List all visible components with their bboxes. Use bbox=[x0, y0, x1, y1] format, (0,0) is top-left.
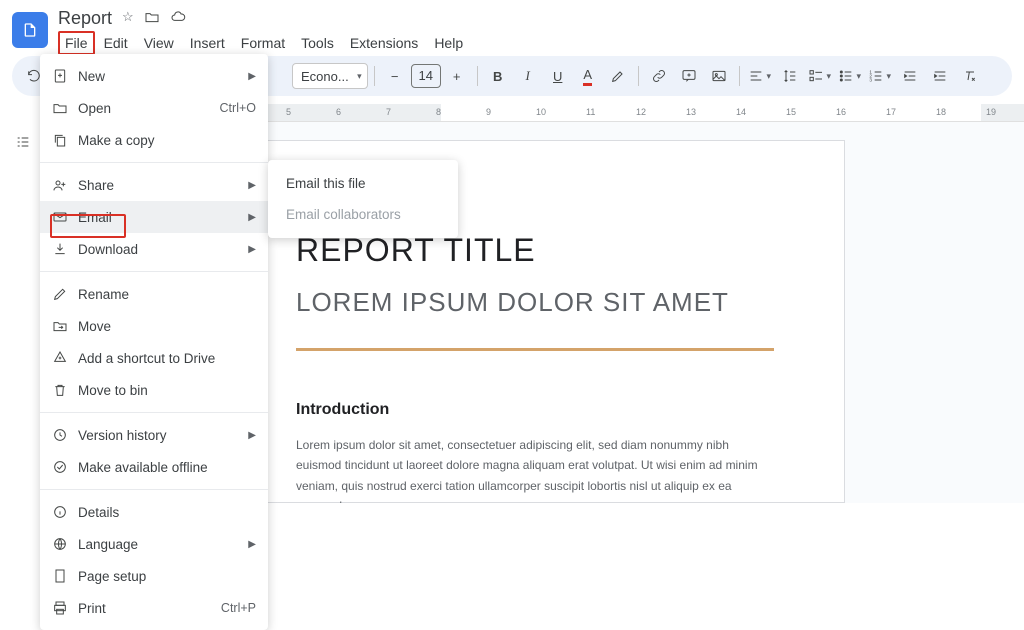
numbered-list-button[interactable]: 123▾ bbox=[866, 62, 894, 90]
menu-help[interactable]: Help bbox=[427, 31, 470, 55]
folder-open-icon bbox=[52, 100, 78, 116]
menu-format[interactable]: Format bbox=[234, 31, 292, 55]
line-spacing-button[interactable] bbox=[776, 62, 804, 90]
font-size-increase[interactable]: + bbox=[443, 62, 471, 90]
menu-email[interactable]: Email▶ bbox=[40, 201, 268, 233]
history-icon bbox=[52, 427, 78, 443]
italic-button[interactable]: I bbox=[514, 62, 542, 90]
underline-button[interactable]: U bbox=[544, 62, 572, 90]
align-button[interactable]: ▾ bbox=[746, 62, 774, 90]
share-icon bbox=[52, 177, 78, 193]
indent-increase-button[interactable] bbox=[926, 62, 954, 90]
header: Report ☆ File Edit View Insert Format To… bbox=[0, 0, 1024, 56]
font-family-select[interactable]: Econo... bbox=[292, 63, 368, 89]
subtitle[interactable]: LOREM IPSUM DOLOR SIT AMET bbox=[296, 287, 774, 318]
highlight-button[interactable] bbox=[604, 62, 632, 90]
menu-shortcut[interactable]: Add a shortcut to Drive bbox=[40, 342, 268, 374]
menu-share[interactable]: Share▶ bbox=[40, 169, 268, 201]
menu-edit[interactable]: Edit bbox=[97, 31, 135, 55]
download-icon bbox=[52, 241, 78, 257]
globe-icon bbox=[52, 536, 78, 552]
svg-text:3: 3 bbox=[870, 77, 873, 82]
text-color-button[interactable]: A bbox=[574, 62, 602, 90]
checklist-button[interactable]: ▾ bbox=[806, 62, 834, 90]
menu-open[interactable]: OpenCtrl+O bbox=[40, 92, 268, 124]
menu-language[interactable]: Language▶ bbox=[40, 528, 268, 560]
menu-extensions[interactable]: Extensions bbox=[343, 31, 425, 55]
file-dropdown: New▶ OpenCtrl+O Make a copy Share▶ Email… bbox=[40, 54, 268, 630]
page-setup-icon bbox=[52, 568, 78, 584]
indent-decrease-button[interactable] bbox=[896, 62, 924, 90]
email-submenu: Email this file Email collaborators bbox=[268, 160, 458, 238]
info-icon bbox=[52, 504, 78, 520]
print-icon bbox=[52, 600, 78, 616]
menu-insert[interactable]: Insert bbox=[183, 31, 232, 55]
menu-download[interactable]: Download▶ bbox=[40, 233, 268, 265]
body-paragraph[interactable]: Lorem ipsum dolor sit amet, consectetuer… bbox=[296, 435, 774, 503]
move-icon bbox=[52, 318, 78, 334]
rename-icon bbox=[52, 286, 78, 302]
offline-icon bbox=[52, 459, 78, 475]
menu-rename[interactable]: Rename bbox=[40, 278, 268, 310]
copy-icon bbox=[52, 132, 78, 148]
menu-bin[interactable]: Move to bin bbox=[40, 374, 268, 406]
menu-move[interactable]: Move bbox=[40, 310, 268, 342]
font-size-input[interactable]: 14 bbox=[411, 64, 441, 88]
outline-toggle-icon[interactable] bbox=[9, 128, 37, 156]
insert-link-button[interactable] bbox=[645, 62, 673, 90]
font-size-decrease[interactable]: − bbox=[381, 62, 409, 90]
menu-copy[interactable]: Make a copy bbox=[40, 124, 268, 156]
move-folder-icon[interactable] bbox=[144, 9, 160, 28]
docs-logo[interactable] bbox=[12, 12, 48, 48]
menu-version[interactable]: Version history▶ bbox=[40, 419, 268, 451]
email-this-file[interactable]: Email this file bbox=[268, 168, 458, 199]
add-comment-button[interactable] bbox=[675, 62, 703, 90]
accent-divider bbox=[296, 348, 774, 351]
star-icon[interactable]: ☆ bbox=[122, 9, 134, 28]
menu-print[interactable]: PrintCtrl+P bbox=[40, 592, 268, 624]
menubar: File Edit View Insert Format Tools Exten… bbox=[58, 31, 470, 55]
intro-heading[interactable]: Introduction bbox=[296, 401, 774, 419]
menu-tools[interactable]: Tools bbox=[294, 31, 341, 55]
document-title[interactable]: Report bbox=[58, 8, 112, 29]
clear-formatting-button[interactable] bbox=[956, 62, 984, 90]
menu-view[interactable]: View bbox=[137, 31, 181, 55]
email-icon bbox=[52, 209, 78, 225]
menu-page-setup[interactable]: Page setup bbox=[40, 560, 268, 592]
menu-file[interactable]: File bbox=[58, 31, 95, 55]
bulleted-list-button[interactable]: ▾ bbox=[836, 62, 864, 90]
email-collaborators: Email collaborators bbox=[268, 199, 458, 230]
insert-image-button[interactable] bbox=[705, 62, 733, 90]
menu-new[interactable]: New▶ bbox=[40, 60, 268, 92]
trash-icon bbox=[52, 382, 78, 398]
drive-shortcut-icon bbox=[52, 350, 78, 366]
new-doc-icon bbox=[52, 68, 78, 84]
menu-offline[interactable]: Make available offline bbox=[40, 451, 268, 483]
cloud-status-icon[interactable] bbox=[170, 9, 186, 28]
bold-button[interactable]: B bbox=[484, 62, 512, 90]
